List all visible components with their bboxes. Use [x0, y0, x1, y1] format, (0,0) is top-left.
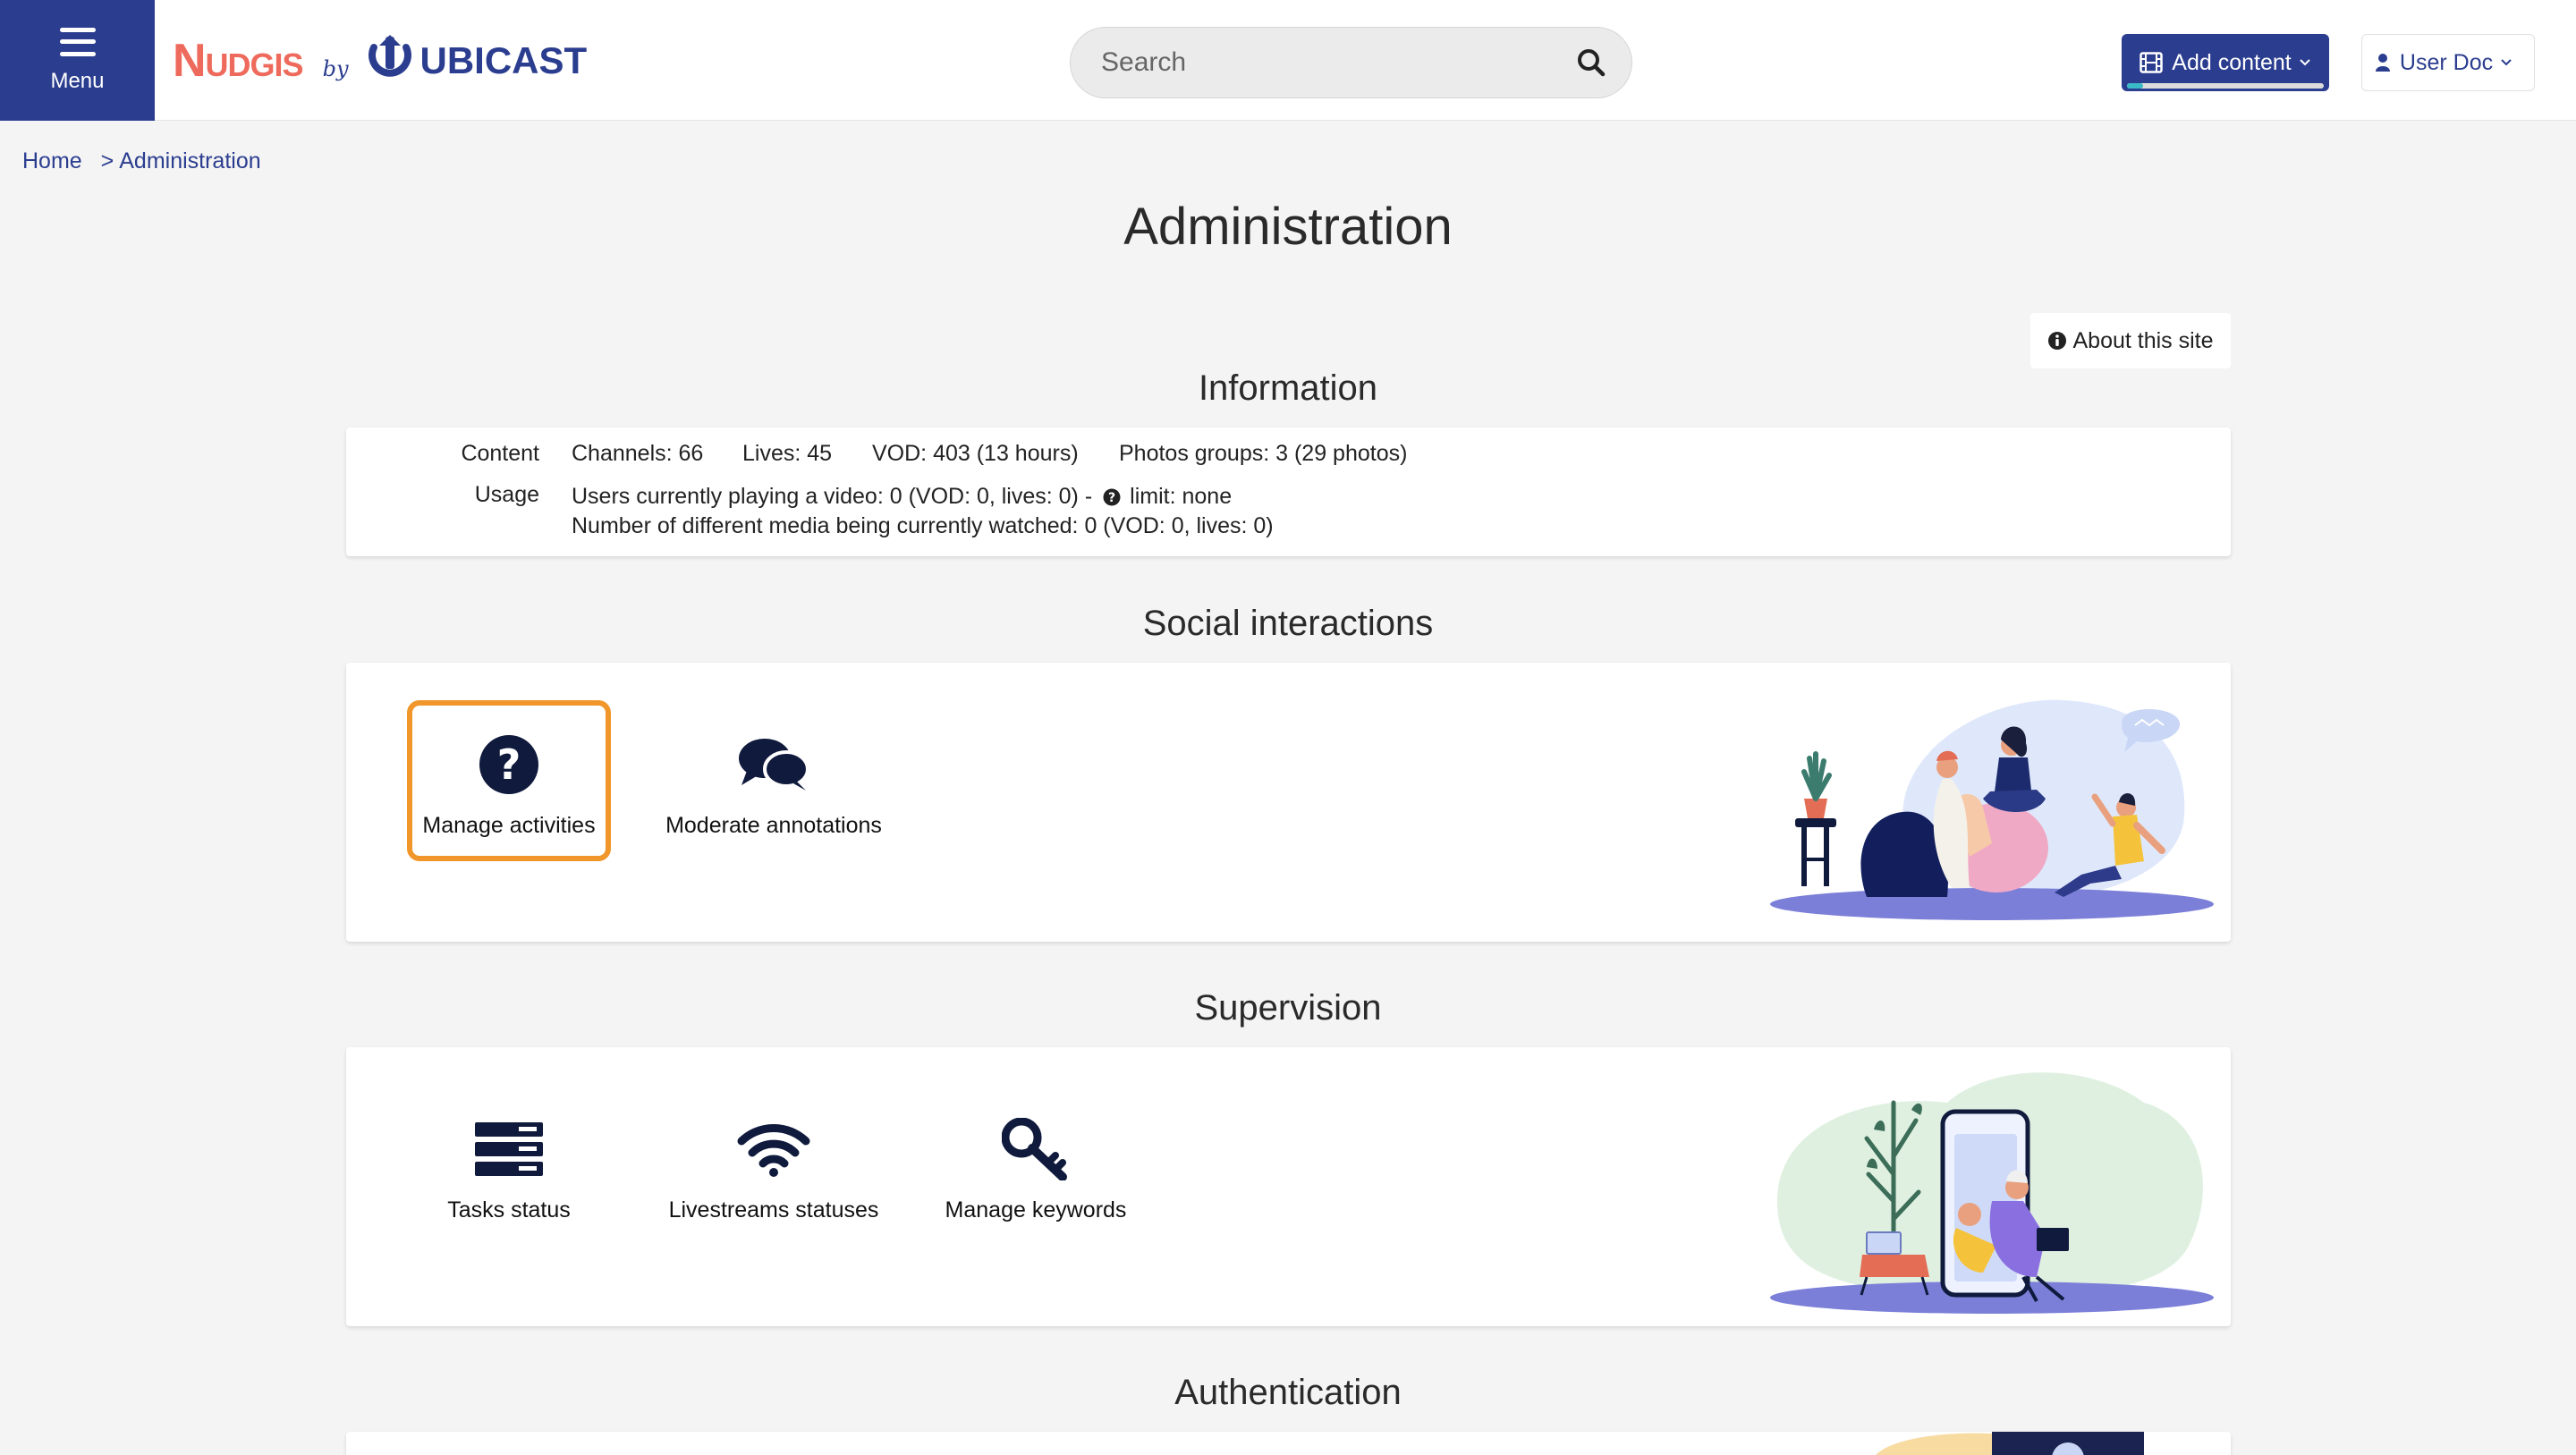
usage-label: Usage: [474, 482, 539, 507]
add-content-label: Add content: [2172, 49, 2292, 75]
content-label: Content: [461, 441, 539, 466]
logo-ubicast-text: UBICAST: [419, 39, 588, 81]
question-circle-icon: ?: [479, 729, 539, 800]
page-title: Administration: [1123, 198, 1453, 256]
wifi-icon: [736, 1113, 811, 1185]
social-interactions-illustration: [1770, 699, 2214, 920]
user-name: User Doc: [2399, 49, 2494, 75]
menu-label: Menu: [50, 68, 105, 93]
moderate-annotations-label: Moderate annotations: [665, 813, 882, 838]
comments-icon: [738, 729, 809, 800]
manage-activities-tile[interactable]: ? Manage activities: [407, 700, 611, 861]
tasks-status-label: Tasks status: [447, 1197, 571, 1222]
social-interactions-title: Social interactions: [1142, 604, 1434, 643]
site-logo[interactable]: Nudgis by UBICAST: [173, 32, 587, 89]
manage-keywords-label: Manage keywords: [945, 1197, 1127, 1222]
search-icon[interactable]: [1576, 47, 1606, 78]
supervision-illustration: [1770, 1072, 2214, 1314]
logo-nudgis-text: Nudgis: [173, 35, 304, 87]
usage-line-2: Number of different media being currentl…: [572, 513, 1274, 538]
authentication-illustration: [1876, 1432, 2144, 1455]
supervision-panel: Tasks status Livestreams statuses Manage…: [346, 1047, 2231, 1326]
breadcrumb-home-link[interactable]: Home: [22, 148, 82, 173]
authentication-panel: [346, 1432, 2231, 1455]
breadcrumb-separator: >: [100, 148, 114, 173]
upload-progress-bar: [2127, 83, 2324, 89]
supervision-title: Supervision: [1194, 988, 1382, 1028]
lives-count: Lives: 45: [742, 441, 833, 466]
menu-button[interactable]: Menu: [0, 0, 155, 121]
chevron-down-icon: [2501, 59, 2512, 66]
channels-count: Channels: 66: [572, 441, 704, 466]
about-site-label: About this site: [2072, 327, 2214, 353]
information-title: Information: [1198, 368, 1378, 408]
top-header: Menu Nudgis by UBICAST Add content: [0, 0, 2576, 121]
manage-keywords-tile[interactable]: Manage keywords: [921, 1085, 1150, 1246]
livestreams-statuses-label: Livestreams statuses: [668, 1197, 879, 1222]
logo-by-text: by: [322, 56, 349, 81]
user-menu-button[interactable]: User Doc: [2361, 34, 2535, 91]
key-icon: [1002, 1113, 1070, 1185]
photos-count: Photos groups: 3 (29 photos): [1119, 441, 1408, 466]
search-input[interactable]: [1101, 47, 1576, 78]
information-panel: Content Channels: 66 Lives: 45 VOD: 403 …: [346, 427, 2231, 556]
about-site-button[interactable]: About this site: [2030, 313, 2231, 368]
moderate-annotations-tile[interactable]: Moderate annotations: [659, 700, 888, 861]
vod-count: VOD: 403 (13 hours): [872, 441, 1079, 466]
user-icon: [2375, 54, 2390, 72]
usage-playing-text: Users currently playing a video: 0 (VOD:…: [572, 484, 1093, 509]
svg-text:?: ?: [497, 740, 521, 789]
usage-limit-text: limit: none: [1130, 484, 1233, 509]
server-icon: [474, 1113, 544, 1185]
manage-activities-label: Manage activities: [422, 813, 596, 838]
usage-line-1: Users currently playing a video: 0 (VOD:…: [572, 484, 1232, 510]
authentication-title: Authentication: [1174, 1373, 1402, 1412]
question-circle-icon[interactable]: ?: [1103, 488, 1121, 506]
ubicast-logo-icon: [368, 35, 411, 77]
chevron-down-icon: [2300, 59, 2310, 66]
tasks-status-tile[interactable]: Tasks status: [407, 1085, 611, 1246]
add-content-button[interactable]: Add content: [2122, 34, 2329, 91]
hamburger-icon: [59, 27, 96, 56]
search-bar: [1070, 27, 1632, 98]
film-icon: [2140, 52, 2164, 73]
breadcrumb-current-link[interactable]: Administration: [119, 148, 260, 173]
social-interactions-panel: ? Manage activities Moderate annotations: [346, 663, 2231, 942]
info-circle-icon: [2048, 332, 2067, 350]
breadcrumb: Home > Administration: [22, 148, 261, 174]
svg-text:?: ?: [1108, 491, 1115, 505]
livestreams-statuses-tile[interactable]: Livestreams statuses: [659, 1085, 888, 1246]
